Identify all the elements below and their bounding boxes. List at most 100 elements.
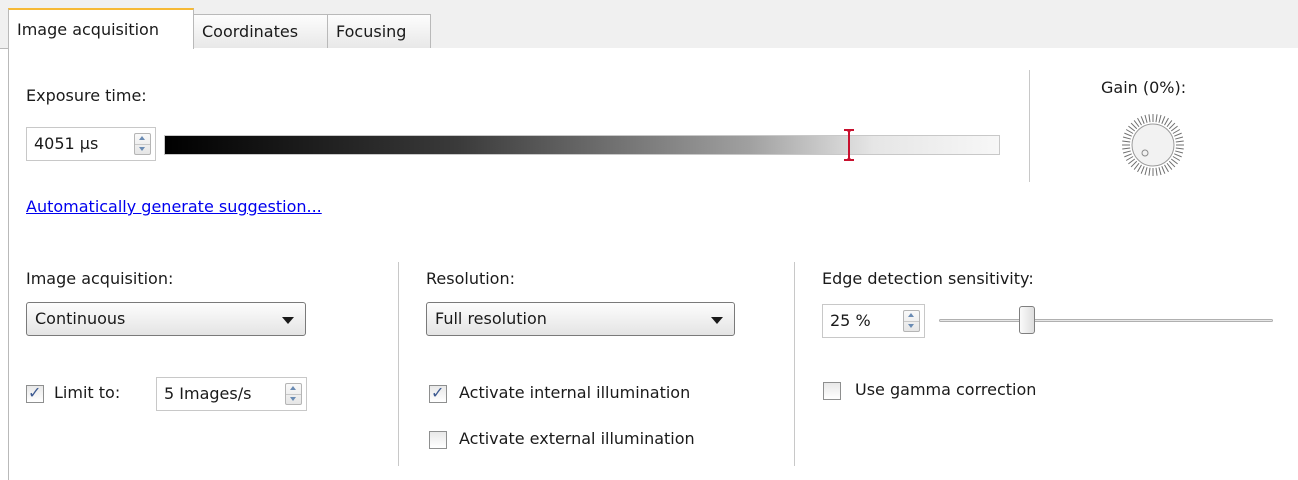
knob-tick	[1158, 167, 1162, 176]
arrow-down-icon	[139, 147, 145, 151]
knob-tick	[1164, 164, 1169, 173]
knob-tick	[1124, 132, 1132, 137]
limit-rate-spinbox[interactable]: 5 Images/s	[156, 377, 307, 411]
knob-tick	[1170, 158, 1178, 165]
knob-tick	[1155, 114, 1158, 123]
image-acquisition-label: Image acquisition:	[26, 269, 174, 288]
limit-rate-value: 5 Images/s	[164, 384, 252, 403]
knob-tick	[1130, 122, 1138, 130]
limit-to-checkbox[interactable]: ✓	[26, 383, 44, 403]
knob-tick	[1164, 117, 1169, 126]
edge-spin-buttons[interactable]	[903, 310, 920, 332]
internal-illumination-checkbox[interactable]: ✓	[429, 383, 447, 403]
tab-panel-image-acquisition: Exposure time: 4051 µs Automatically gen…	[8, 48, 1298, 480]
slider-groove	[939, 319, 1273, 322]
limit-rate-spin-buttons[interactable]	[285, 383, 302, 405]
knob-tick	[1122, 136, 1131, 140]
chevron-down-icon	[282, 317, 294, 324]
slider-thumb[interactable]	[1018, 306, 1035, 334]
spin-down-button[interactable]	[286, 394, 301, 404]
checkmark-icon: ✓	[28, 383, 42, 402]
gamma-correction-label: Use gamma correction	[855, 380, 1037, 399]
knob-tick	[1175, 136, 1184, 140]
gain-label: Gain (0%):	[1101, 78, 1187, 97]
knob-tick	[1144, 167, 1148, 176]
resolution-select[interactable]: Full resolution	[426, 302, 735, 336]
knob-tick	[1137, 164, 1142, 173]
knob-tick	[1130, 160, 1138, 168]
arrow-up-icon	[908, 313, 914, 317]
arrow-down-icon	[290, 397, 296, 401]
separator-resolution	[398, 262, 399, 466]
knob-tick	[1125, 156, 1134, 161]
separator-gain	[1029, 70, 1030, 182]
chevron-down-icon	[711, 317, 723, 324]
knob-tick	[1128, 158, 1136, 165]
tab-image-acquisition[interactable]: Image acquisition	[8, 8, 194, 49]
exposure-slider-track[interactable]	[164, 129, 1000, 161]
edge-sensitivity-spinbox[interactable]: 25 %	[822, 304, 925, 338]
knob-tick	[1140, 116, 1145, 124]
knob-tick	[1166, 120, 1173, 128]
knob-tick	[1144, 114, 1148, 123]
auto-suggestion-link[interactable]: Automatically generate suggestion...	[26, 197, 322, 216]
knob-tick	[1175, 150, 1184, 154]
checkmark-icon: ✓	[431, 383, 445, 402]
knob-tick	[1137, 117, 1142, 126]
knob-tick	[1174, 153, 1182, 158]
knob-tick	[1122, 140, 1131, 143]
knob-tick	[1172, 129, 1181, 134]
exposure-spin-buttons[interactable]	[134, 133, 151, 155]
tab-label: Coordinates	[202, 22, 299, 41]
knob-tick	[1122, 150, 1131, 154]
knob-tick	[1161, 116, 1166, 124]
knob-tick	[1158, 114, 1162, 123]
resolution-label: Resolution:	[426, 269, 515, 288]
knob-tick	[1170, 125, 1178, 132]
knob-tick	[1174, 132, 1182, 137]
arrow-up-icon	[139, 136, 145, 140]
arrow-down-icon	[908, 324, 914, 328]
exposure-value: 4051 µs	[34, 134, 99, 153]
limit-to-label: Limit to:	[54, 383, 121, 402]
knob-tick	[1168, 122, 1176, 130]
tab-label: Focusing	[336, 22, 407, 41]
external-illumination-label: Activate external illumination	[459, 429, 695, 448]
separator-edge	[794, 262, 795, 466]
knob-tick	[1148, 167, 1151, 176]
knob-tick	[1124, 153, 1132, 158]
knob-tick	[1122, 147, 1131, 150]
edge-sensitivity-label: Edge detection sensitivity:	[822, 269, 1034, 288]
external-illumination-checkbox[interactable]	[429, 431, 447, 449]
exposure-spinbox[interactable]: 4051 µs	[26, 127, 156, 161]
knob-tick	[1133, 162, 1140, 170]
knob-tick	[1133, 120, 1140, 128]
tab-label: Image acquisition	[17, 20, 159, 39]
i-beam-marker-icon	[843, 129, 854, 161]
knob-tick	[1166, 162, 1173, 170]
gamma-correction-checkbox[interactable]	[823, 382, 841, 400]
edge-sensitivity-slider[interactable]	[939, 306, 1273, 334]
knob-tick	[1125, 129, 1134, 134]
knob-tick	[1148, 114, 1151, 123]
exposure-slider-marker[interactable]	[843, 128, 855, 162]
knob-tick	[1175, 140, 1184, 143]
internal-illumination-label: Activate internal illumination	[459, 383, 691, 402]
knob-tick	[1168, 160, 1176, 168]
arrow-up-icon	[290, 386, 296, 390]
knob-dial-icon	[1122, 114, 1184, 176]
knob-tick	[1155, 167, 1158, 176]
spin-down-button[interactable]	[135, 144, 150, 154]
tab-coordinates[interactable]: Coordinates	[193, 14, 328, 48]
tab-focusing[interactable]: Focusing	[327, 14, 431, 48]
resolution-selected: Full resolution	[435, 309, 547, 328]
image-acquisition-select[interactable]: Continuous	[26, 302, 306, 336]
tab-strip: Image acquisition Coordinates Focusing	[0, 0, 1298, 49]
knob-tick	[1172, 156, 1181, 161]
knob-tick	[1161, 166, 1166, 174]
exposure-label: Exposure time:	[26, 86, 147, 105]
edge-sensitivity-value: 25 %	[830, 311, 871, 330]
gain-knob[interactable]	[1119, 111, 1187, 179]
spin-down-button[interactable]	[904, 321, 919, 331]
image-acquisition-selected: Continuous	[35, 309, 126, 328]
